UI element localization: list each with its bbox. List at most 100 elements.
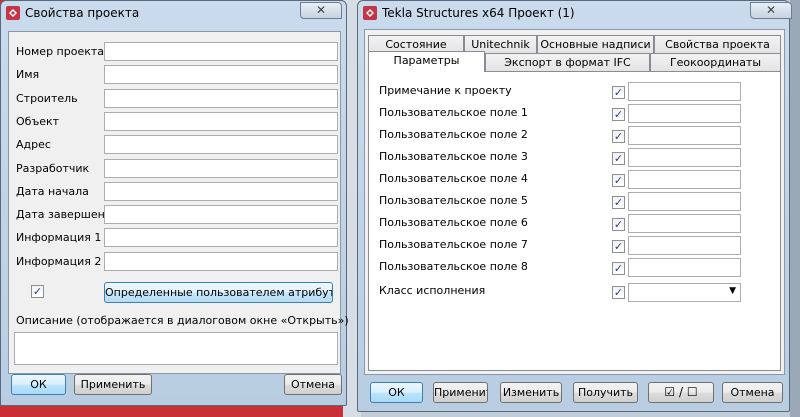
class-dropdown[interactable]: ▼ (628, 283, 741, 302)
field-input[interactable] (104, 251, 338, 271)
check-icon: ✓ (613, 262, 624, 275)
tab-panel-parameters: Примечание к проекту ✓ Пользовательское по… (368, 71, 781, 371)
field-row: Объект (9, 111, 340, 132)
checkbox[interactable]: ✓ (31, 285, 44, 298)
class-label: Класс исполнения (379, 284, 486, 297)
ok-button[interactable]: ОК (370, 382, 423, 403)
param-input[interactable] (628, 170, 741, 189)
apply-button[interactable]: Применить (74, 374, 152, 395)
modify-button[interactable]: Изменить (500, 382, 562, 403)
cancel-button[interactable]: Отмена (722, 382, 783, 403)
user-attributes-button[interactable]: Определенные пользователем атрибуты... (104, 282, 333, 303)
param-checkbox[interactable]: ✓ (612, 86, 625, 99)
param-input[interactable] (628, 236, 741, 255)
dialog-body: Состояние Unitechnik Основные надписи Свойс… (364, 29, 785, 375)
field-input[interactable] (104, 228, 338, 248)
toggle-checkboxes-button[interactable]: ☑ / ☐ (648, 382, 714, 403)
param-label: Пользовательское поле 1 (379, 106, 528, 119)
field-input[interactable] (104, 158, 338, 178)
param-checkbox[interactable]: ✓ (612, 240, 625, 253)
param-input[interactable] (628, 148, 741, 167)
desktop-background-right (790, 0, 800, 417)
tab[interactable]: Геокоординаты (650, 53, 781, 72)
field-label: Дата начала (16, 184, 89, 198)
cancel-button[interactable]: Отмена (284, 374, 342, 395)
dialog-body: Номер проекта Имя Строитель Объект Адрес Разр… (8, 31, 349, 374)
ok-button[interactable]: ОК (11, 374, 66, 395)
close-button[interactable]: ✕ (300, 2, 342, 19)
param-checkbox[interactable]: ✓ (612, 152, 625, 165)
param-checkbox[interactable]: ✓ (612, 130, 625, 143)
check-icon: ✓ (32, 285, 43, 298)
param-label: Пользовательское поле 3 (379, 150, 528, 163)
check-icon: ✓ (613, 86, 624, 99)
field-input[interactable] (104, 135, 338, 155)
param-checkbox[interactable]: ✓ (612, 262, 625, 275)
tekla-app-icon (6, 6, 20, 20)
param-label: Пользовательское поле 2 (379, 128, 528, 141)
param-input[interactable] (628, 192, 741, 211)
chevron-down-icon: ▼ (729, 286, 736, 296)
get-button[interactable]: Получить (573, 382, 638, 403)
param-checkbox[interactable]: ✓ (612, 108, 625, 121)
check-icon: ✓ (613, 152, 624, 165)
close-icon: ✕ (315, 3, 327, 17)
class-checkbox[interactable]: ✓ (612, 286, 625, 299)
check-icon: ✓ (613, 174, 624, 187)
check-icon: ✓ (613, 130, 624, 143)
tab[interactable]: Экспорт в формат IFC (485, 53, 650, 72)
close-button[interactable]: ✕ (750, 2, 792, 19)
field-input[interactable] (104, 181, 338, 201)
param-label: Пользовательское поле 6 (379, 216, 528, 229)
field-label: Имя (16, 68, 40, 82)
param-input[interactable] (628, 214, 741, 233)
window-title: Tekla Structures x64 Проект (1) (382, 6, 575, 20)
field-input[interactable] (104, 111, 338, 131)
field-input[interactable] (104, 205, 338, 225)
titlebar: Tekla Structures x64 Проект (1) ✕ (358, 1, 792, 25)
tab[interactable]: Основные надписи (537, 35, 654, 54)
titlebar: Свойства проекта ✕ (1, 1, 346, 25)
param-input[interactable] (628, 258, 741, 277)
check-icon: ✓ (613, 286, 624, 299)
check-icon: ✓ (613, 108, 624, 121)
field-input[interactable] (104, 42, 338, 61)
field-label: Объект (16, 114, 60, 128)
param-checkbox[interactable]: ✓ (612, 218, 625, 231)
param-label: Пользовательское поле 8 (379, 260, 528, 273)
field-row: Номер проекта (9, 42, 340, 62)
field-input[interactable] (104, 88, 338, 108)
description-field[interactable] (14, 332, 338, 365)
param-label: Пользовательское поле 7 (379, 238, 528, 251)
apply-button[interactable]: Применить (433, 382, 488, 403)
field-row: Дата завершения (9, 205, 340, 225)
tab-active[interactable]: Параметры (368, 51, 485, 72)
field-row: Адрес (9, 135, 340, 155)
close-icon: ✕ (765, 3, 777, 17)
param-checkbox[interactable]: ✓ (612, 196, 625, 209)
field-row: Строитель (9, 88, 340, 109)
field-row: Разработчик (9, 158, 340, 179)
description-label: Описание (отображается в диалоговом окне… (16, 314, 349, 327)
field-label: Строитель (16, 91, 78, 105)
param-input[interactable] (628, 104, 741, 123)
field-label: Разработчик (16, 161, 90, 175)
check-icon: ✓ (613, 218, 624, 231)
check-icon: ✓ (613, 240, 624, 253)
window-title: Свойства проекта (25, 6, 140, 20)
tekla-project-window: Tekla Structures x64 Проект (1) ✕ Состоя… (357, 0, 792, 412)
field-label: Адрес (16, 138, 51, 152)
param-input[interactable] (628, 126, 741, 145)
field-row: Информация 2 (9, 251, 340, 272)
field-label: Номер проекта (16, 45, 105, 58)
check-icon: ✓ (613, 196, 624, 209)
param-input[interactable] (628, 82, 741, 101)
field-input[interactable] (104, 65, 338, 85)
tab[interactable]: Свойства проекта (654, 35, 781, 54)
field-row: Дата начала (9, 181, 340, 202)
field-label: Информация 2 (16, 254, 102, 268)
param-checkbox[interactable]: ✓ (612, 174, 625, 187)
param-label: Примечание к проекту (379, 84, 512, 97)
field-row: Имя (9, 65, 340, 85)
project-properties-window: Свойства проекта ✕ Номер проекта Имя Строи… (0, 0, 349, 406)
